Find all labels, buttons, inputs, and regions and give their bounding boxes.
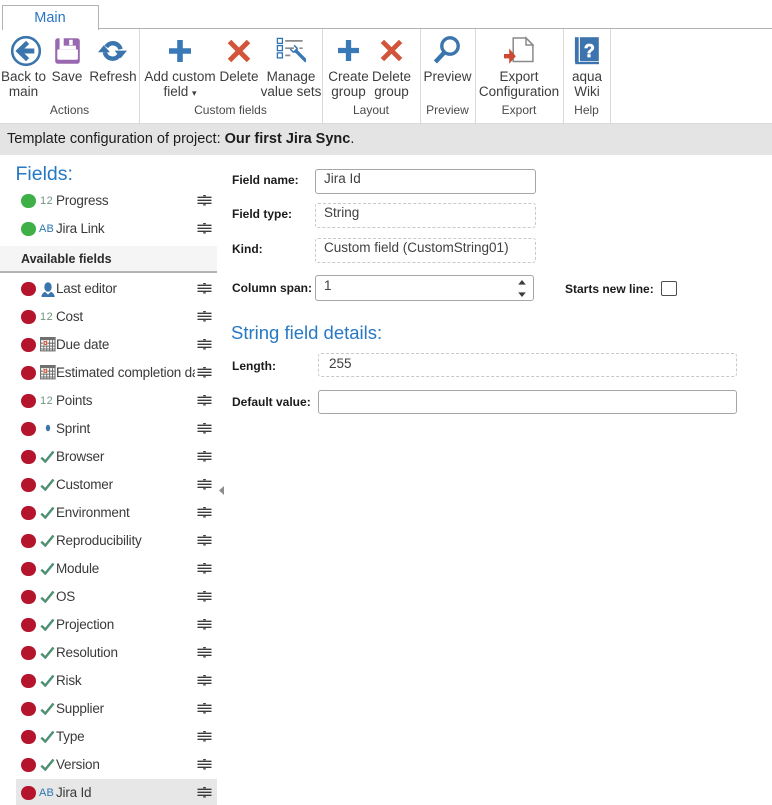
svg-text:?: ? — [584, 40, 595, 60]
